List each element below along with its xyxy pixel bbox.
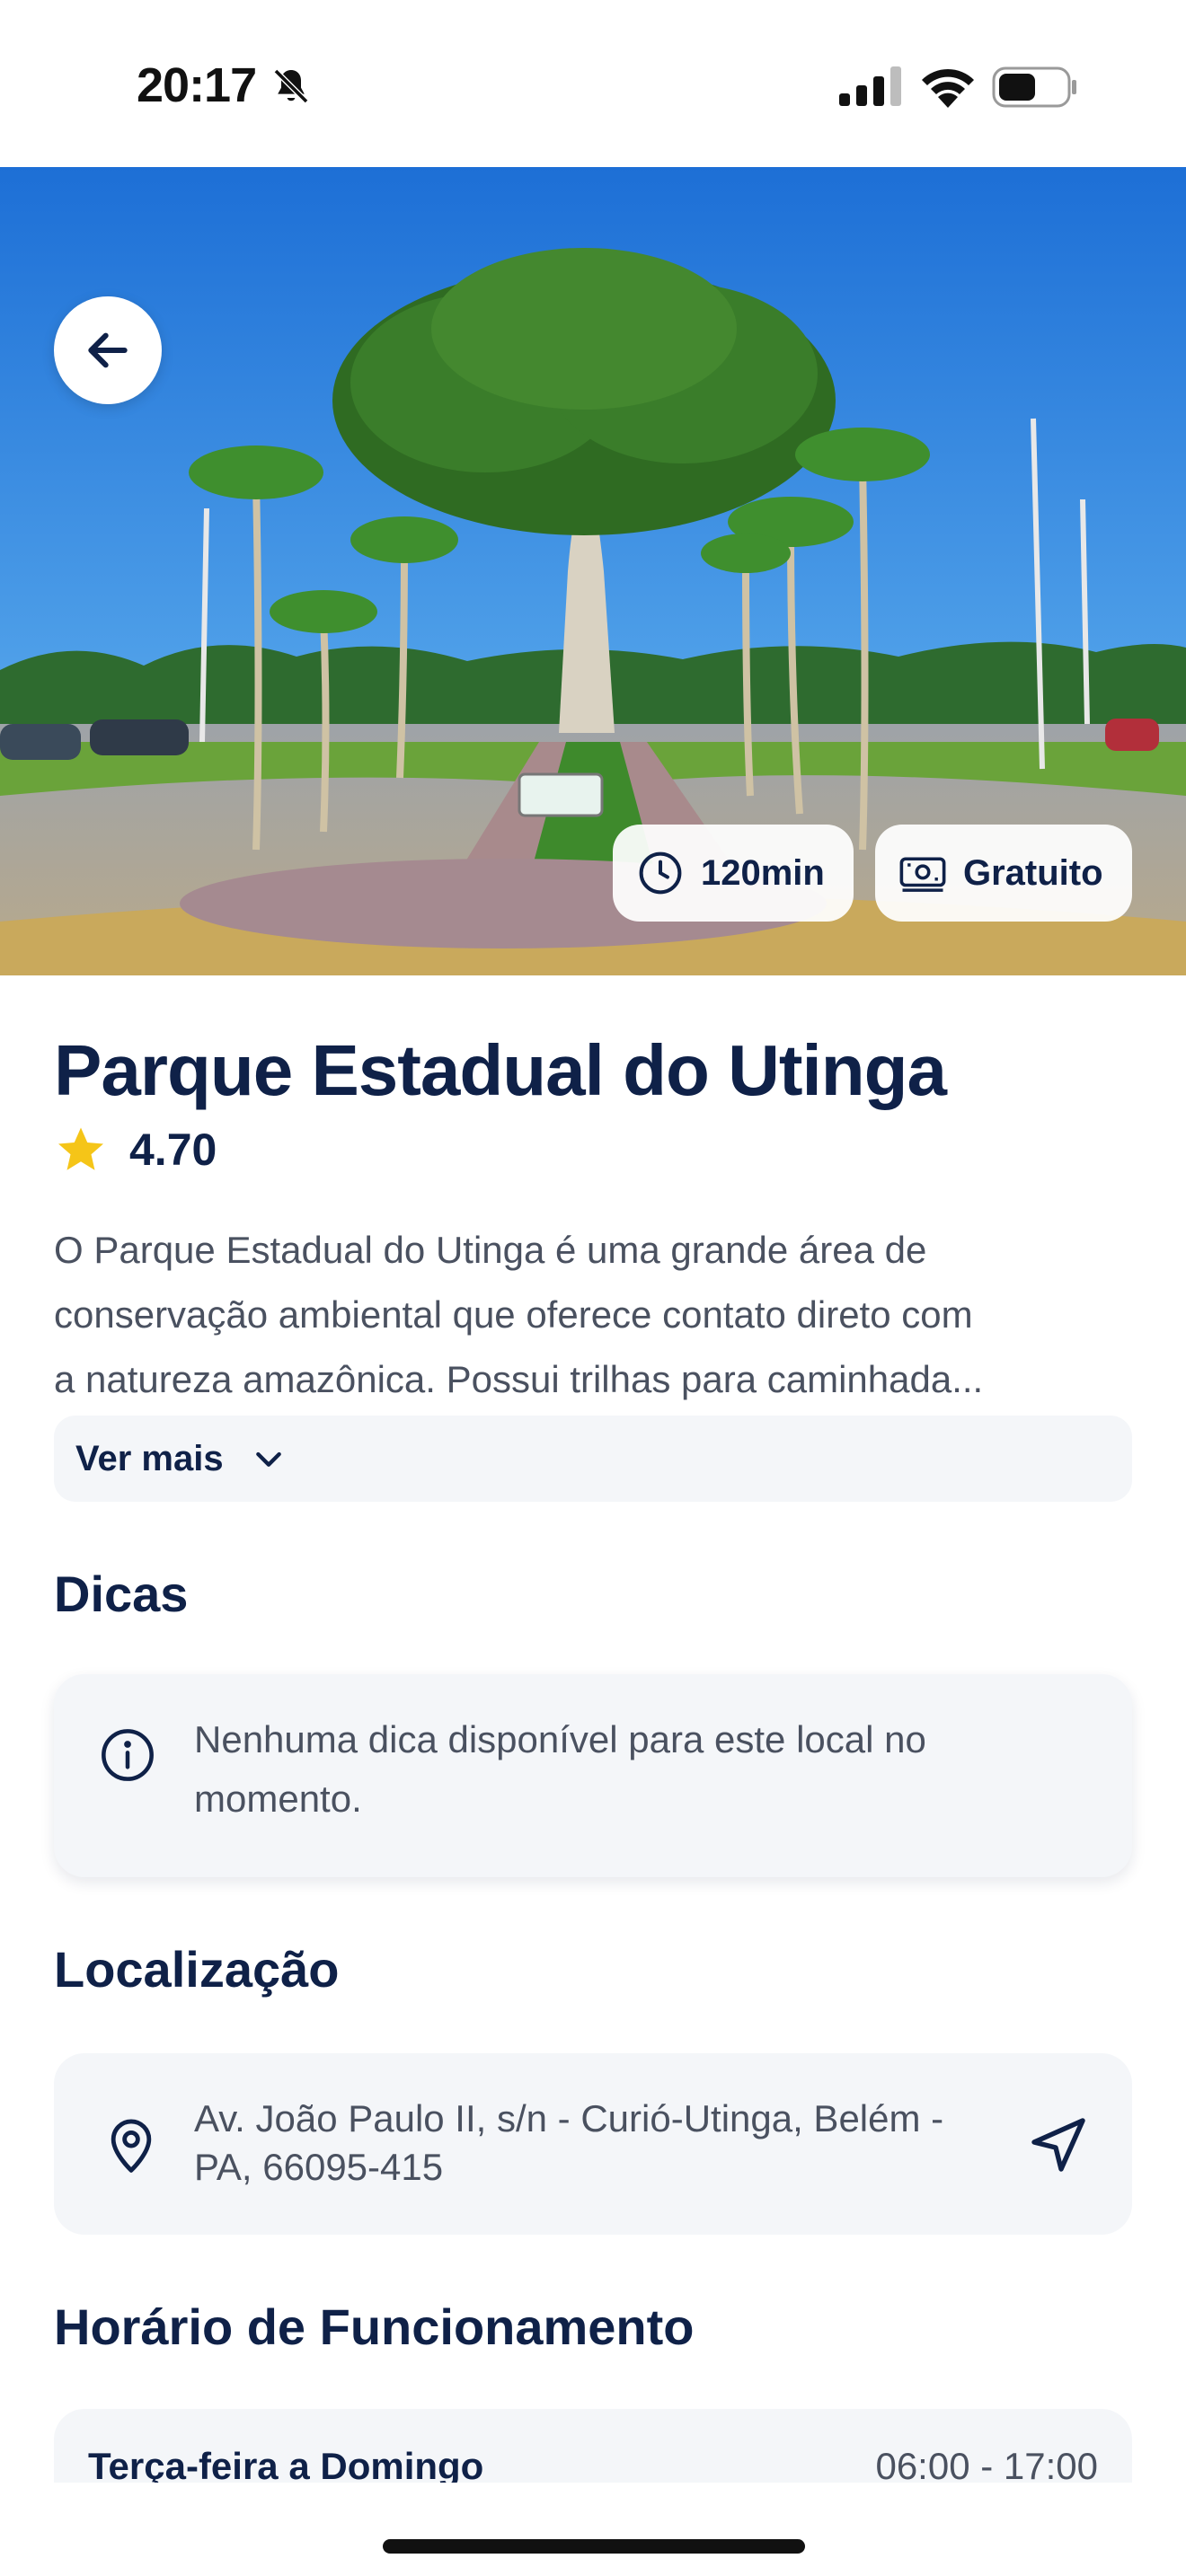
description-line: O Parque Estadual do Utinga é uma grande… (54, 1229, 927, 1271)
status-bar: 20:17 (0, 0, 1186, 167)
place-title: Parque Estadual do Utinga (54, 1030, 947, 1110)
chevron-down-icon (255, 1451, 281, 1467)
map-pin-icon (111, 2119, 152, 2173)
price-label: Gratuito (963, 852, 1103, 893)
cellular-signal-icon (839, 66, 901, 106)
hours-title: Horário de Funcionamento (54, 2298, 695, 2355)
rating: 4.70 (54, 1121, 217, 1178)
location-card[interactable]: Av. João Paulo II, s/n - Curió-Utinga, B… (54, 2053, 1132, 2235)
home-indicator[interactable] (383, 2539, 805, 2554)
see-more-label: Ver mais (75, 1438, 224, 1478)
duration-label: 120min (701, 852, 825, 893)
place-description: O Parque Estadual do Utinga é uma grande… (54, 1218, 1132, 1412)
location-address: Av. João Paulo II, s/n - Curió-Utinga, B… (194, 2097, 944, 2188)
description-line: a natureza amazônica. Possui trilhas par… (54, 1358, 984, 1400)
tips-card: Nenhuma dica disponível para este local … (54, 1674, 1132, 1877)
see-more-button[interactable]: Ver mais (54, 1416, 1132, 1502)
hours-time: 06:00 - 17:00 (875, 2445, 1098, 2487)
bell-slash-icon (273, 68, 309, 104)
tips-empty-message: Nenhuma dica disponível para este local … (194, 1718, 926, 1820)
back-button[interactable] (54, 296, 162, 404)
banknote-icon (899, 857, 946, 892)
location-title: Localização (54, 1941, 340, 1998)
tips-title: Dicas (54, 1566, 189, 1622)
hero-image: 120min Gratuito (0, 167, 1186, 975)
info-icon (102, 1729, 154, 1781)
battery-icon (992, 66, 1076, 108)
wifi-icon (922, 68, 974, 108)
star-icon (58, 1127, 103, 1170)
clock-icon (639, 851, 682, 895)
bottom-safe-area (0, 2483, 1186, 2576)
arrow-left-icon (88, 332, 128, 368)
rating-value: 4.70 (129, 1125, 217, 1175)
duration-chip: 120min (613, 825, 854, 922)
status-time: 20:17 (137, 58, 257, 112)
navigation-arrow-icon[interactable] (1026, 2113, 1091, 2177)
price-chip: Gratuito (875, 825, 1132, 922)
description-line: conservação ambiental que oferece contat… (54, 1293, 973, 1336)
hours-days: Terça-feira a Domingo (88, 2445, 484, 2487)
